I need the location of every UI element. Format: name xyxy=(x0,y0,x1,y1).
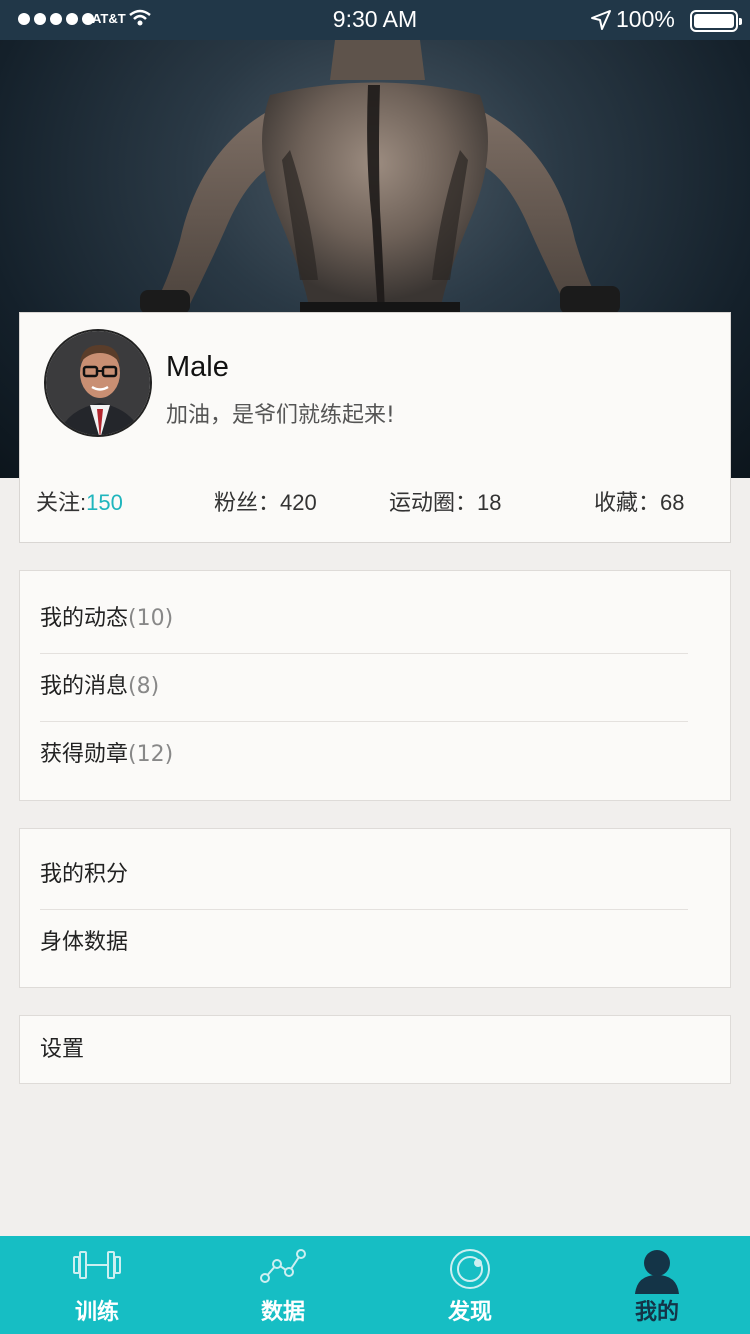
battery-icon xyxy=(690,10,742,32)
profile-card: Male 加油，是爷们就练起来! 关注:150 粉丝：420 运动圈：18 收藏… xyxy=(19,312,731,543)
stats-row: 关注:150 粉丝：420 运动圈：18 收藏：68 xyxy=(20,485,732,519)
person-icon xyxy=(634,1248,680,1298)
menu-item-count: (10) xyxy=(128,606,174,631)
menu-item-label: 我的动态 xyxy=(40,606,129,631)
menu-group-data: 我的积分 身体数据 xyxy=(19,828,731,988)
avatar[interactable] xyxy=(44,329,152,437)
dumbbell-icon xyxy=(72,1248,122,1286)
menu-item-label: 我的积分 xyxy=(40,862,129,887)
menu-item-settings[interactable]: 设置 xyxy=(40,1016,688,1084)
username: Male xyxy=(166,351,229,383)
location-arrow-icon xyxy=(590,9,612,35)
compass-icon xyxy=(449,1248,491,1294)
stat-fans[interactable]: 粉丝：420 xyxy=(214,485,317,517)
status-bar: AT&T 9:30 AM 100% xyxy=(0,0,750,40)
menu-item-count: (8) xyxy=(128,674,160,699)
chart-line-icon xyxy=(259,1248,307,1288)
menu-item-label: 设置 xyxy=(40,1037,85,1062)
menu-item-label: 我的消息 xyxy=(40,674,129,699)
bottom-tab-bar: 训练 数据 发现 我的 xyxy=(0,1236,750,1334)
tab-me[interactable]: 我的 xyxy=(597,1236,717,1334)
menu-group-activity: 我的动态(10) 我的消息(8) 获得勋章(12) xyxy=(19,570,731,801)
tab-label: 我的 xyxy=(634,1300,679,1325)
menu-item-count: (12) xyxy=(128,742,174,767)
stat-favorites[interactable]: 收藏：68 xyxy=(594,485,684,517)
tab-training[interactable]: 训练 xyxy=(37,1236,157,1334)
menu-item-body-data[interactable]: 身体数据 xyxy=(40,909,688,977)
menu-item-label: 获得勋章 xyxy=(40,742,129,767)
stat-circles[interactable]: 运动圈：18 xyxy=(389,485,501,517)
stat-following-value: 150 xyxy=(86,490,123,515)
menu-item-my-posts[interactable]: 我的动态(10) xyxy=(40,585,688,653)
tab-label: 训练 xyxy=(74,1300,119,1325)
menu-item-my-points[interactable]: 我的积分 xyxy=(40,841,688,909)
stat-following-label: 关注: xyxy=(36,490,87,515)
tab-label: 发现 xyxy=(447,1300,492,1325)
tab-data[interactable]: 数据 xyxy=(223,1236,343,1334)
menu-item-label: 身体数据 xyxy=(40,930,129,955)
menu-item-medals[interactable]: 获得勋章(12) xyxy=(40,721,688,789)
stat-following[interactable]: 关注:150 xyxy=(36,485,123,517)
tab-label: 数据 xyxy=(260,1300,305,1325)
tab-discover[interactable]: 发现 xyxy=(410,1236,530,1334)
user-motto: 加油，是爷们就练起来! xyxy=(166,403,395,428)
menu-item-my-messages[interactable]: 我的消息(8) xyxy=(40,653,688,721)
menu-group-settings: 设置 xyxy=(19,1015,731,1084)
battery-percent: 100% xyxy=(616,6,675,32)
